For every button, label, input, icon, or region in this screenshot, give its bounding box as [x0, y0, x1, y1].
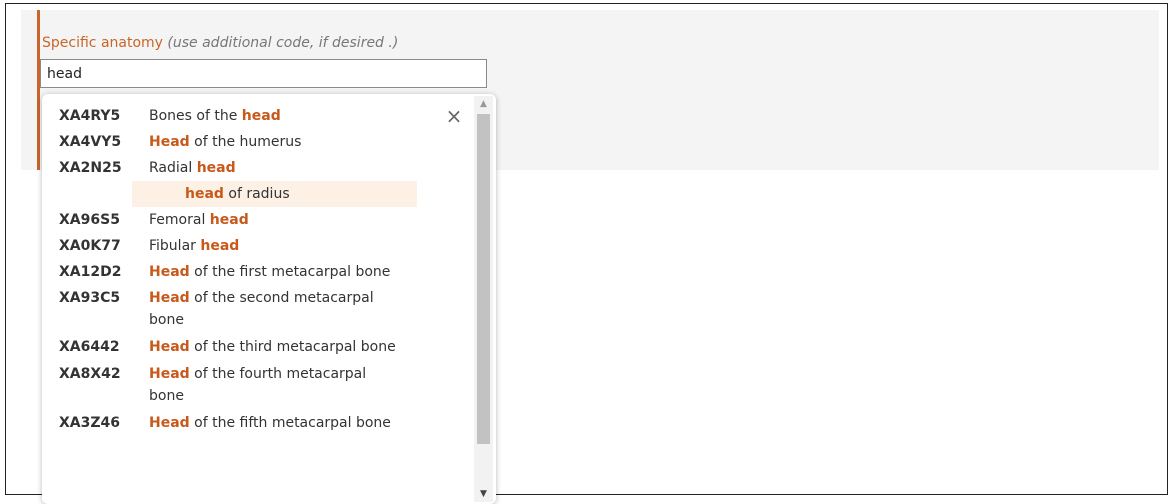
item-label: Fibular head [149, 238, 240, 254]
list-item[interactable]: XA93C5 Head of the second metacarpal bon… [42, 285, 472, 334]
search-input[interactable] [40, 59, 487, 88]
match-highlight: head [209, 212, 249, 228]
field-label-text: Specific anatomy [42, 35, 163, 51]
scroll-up-icon[interactable]: ▲ [474, 96, 493, 112]
item-label: Bones of the head [149, 108, 281, 124]
item-code: XA93C5 [59, 290, 121, 306]
list-item[interactable]: XA2N25 Radial head [42, 155, 472, 181]
list-item[interactable]: XA96S5 Femoral head [42, 207, 472, 233]
panel-accent-bar [37, 10, 40, 170]
item-code: XA4VY5 [59, 134, 122, 150]
item-label: Head of the fifth metacarpal bone [149, 415, 391, 431]
list-item[interactable]: XA0K77 Fibular head [42, 233, 472, 259]
item-code: XA4RY5 [59, 108, 121, 124]
item-code: XA8X42 [59, 366, 121, 382]
field-label: Specific anatomy (use additional code, i… [42, 35, 398, 51]
match-highlight: Head [149, 264, 190, 280]
list-item[interactable]: XA3Z46 Head of the fifth metacarpal bone [42, 410, 472, 436]
match-highlight: head [200, 238, 240, 254]
field-hint: (use additional code, if desired .) [167, 35, 399, 51]
scroll-down-icon[interactable]: ▼ [474, 486, 493, 502]
item-label: Head of the humerus [149, 134, 302, 150]
match-highlight: Head [149, 415, 190, 431]
match-highlight: head [185, 186, 224, 202]
list-item[interactable]: XA6442 Head of the third metacarpal bone [42, 334, 472, 361]
item-label: Femoral head [149, 212, 249, 228]
match-highlight: head [196, 160, 236, 176]
list-item[interactable]: XA4RY5 Bones of the head [42, 103, 472, 129]
list-item[interactable]: XA8X42 Head of the fourth metacarpal bon… [42, 361, 472, 410]
window-frame: Specific anatomy (use additional code, i… [5, 3, 1168, 504]
match-highlight: head [241, 108, 281, 124]
list-item[interactable]: XA12D2 Head of the first metacarpal bone [42, 259, 472, 285]
item-code: XA2N25 [59, 160, 122, 176]
match-highlight: Head [149, 290, 190, 306]
match-highlight: Head [149, 366, 190, 382]
item-label: Head of the second metacarpal bone [149, 290, 374, 328]
item-label: Head of the first metacarpal bone [149, 264, 391, 280]
item-label: Head of the third metacarpal bone [149, 339, 396, 355]
result-list: XA4RY5 Bones of the head XA4VY5 Head of … [42, 103, 472, 436]
match-highlight: Head [149, 134, 190, 150]
item-label: Head of the fourth metacarpal bone [149, 366, 367, 404]
scrollbar[interactable]: ▲ ▼ [474, 96, 493, 502]
match-highlight: Head [149, 339, 190, 355]
item-code: XA3Z46 [59, 415, 121, 431]
list-item[interactable]: XA4VY5 Head of the humerus [42, 129, 472, 155]
item-code: XA6442 [59, 339, 120, 355]
autocomplete-dropdown: XA4RY5 Bones of the head XA4VY5 Head of … [42, 94, 496, 504]
item-code: XA96S5 [59, 212, 120, 228]
close-icon[interactable]: × [444, 106, 464, 126]
scroll-thumb[interactable] [477, 114, 490, 444]
item-label: Radial head [149, 160, 236, 176]
item-code: XA12D2 [59, 264, 122, 280]
synonym-item[interactable]: head of radius [132, 181, 417, 207]
item-code: XA0K77 [59, 238, 121, 254]
